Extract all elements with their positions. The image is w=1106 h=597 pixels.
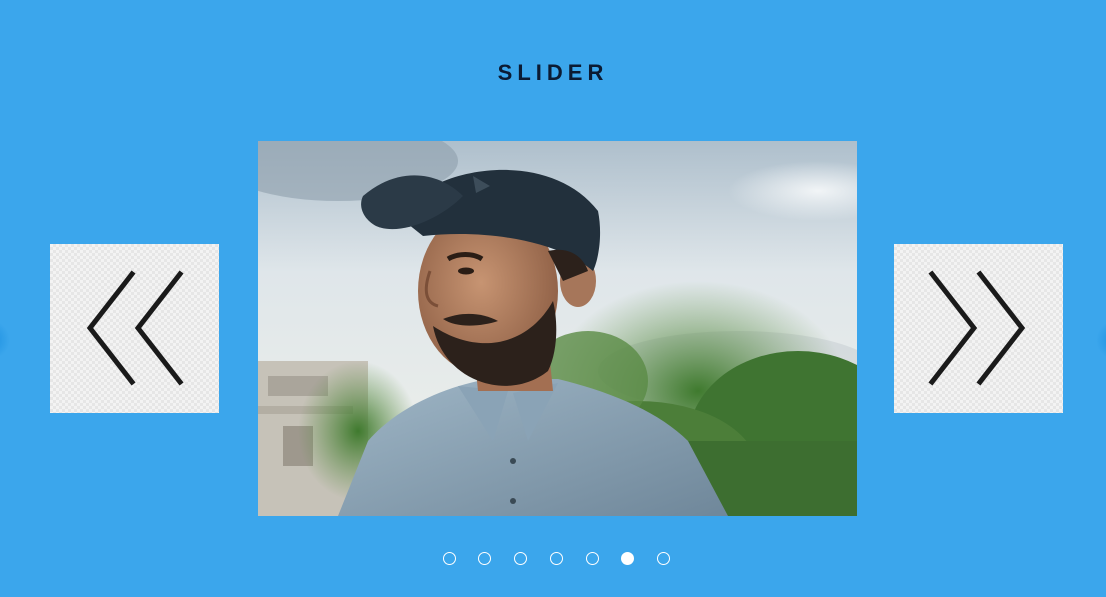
slide-dot-6-active[interactable] [621, 552, 634, 565]
slide-dot-1[interactable] [443, 552, 456, 565]
page-title: SLIDER [497, 60, 609, 85]
portrait-photo [258, 141, 857, 516]
prev-slide-button[interactable] [50, 244, 219, 413]
right-edge-shadow [1096, 320, 1106, 360]
slide-dot-2[interactable] [478, 552, 491, 565]
slide-dot-7[interactable] [657, 552, 670, 565]
slide-dot-5[interactable] [586, 552, 599, 565]
slider-page: SLIDER [0, 0, 1106, 597]
left-edge-shadow [0, 320, 10, 360]
slide-image [258, 141, 857, 516]
double-chevron-right-icon [928, 270, 1026, 386]
double-chevron-left-icon [86, 270, 184, 386]
slide-dot-3[interactable] [514, 552, 527, 565]
next-slide-button[interactable] [894, 244, 1063, 413]
slide-dot-4[interactable] [550, 552, 563, 565]
slide-indicators [0, 552, 1106, 568]
